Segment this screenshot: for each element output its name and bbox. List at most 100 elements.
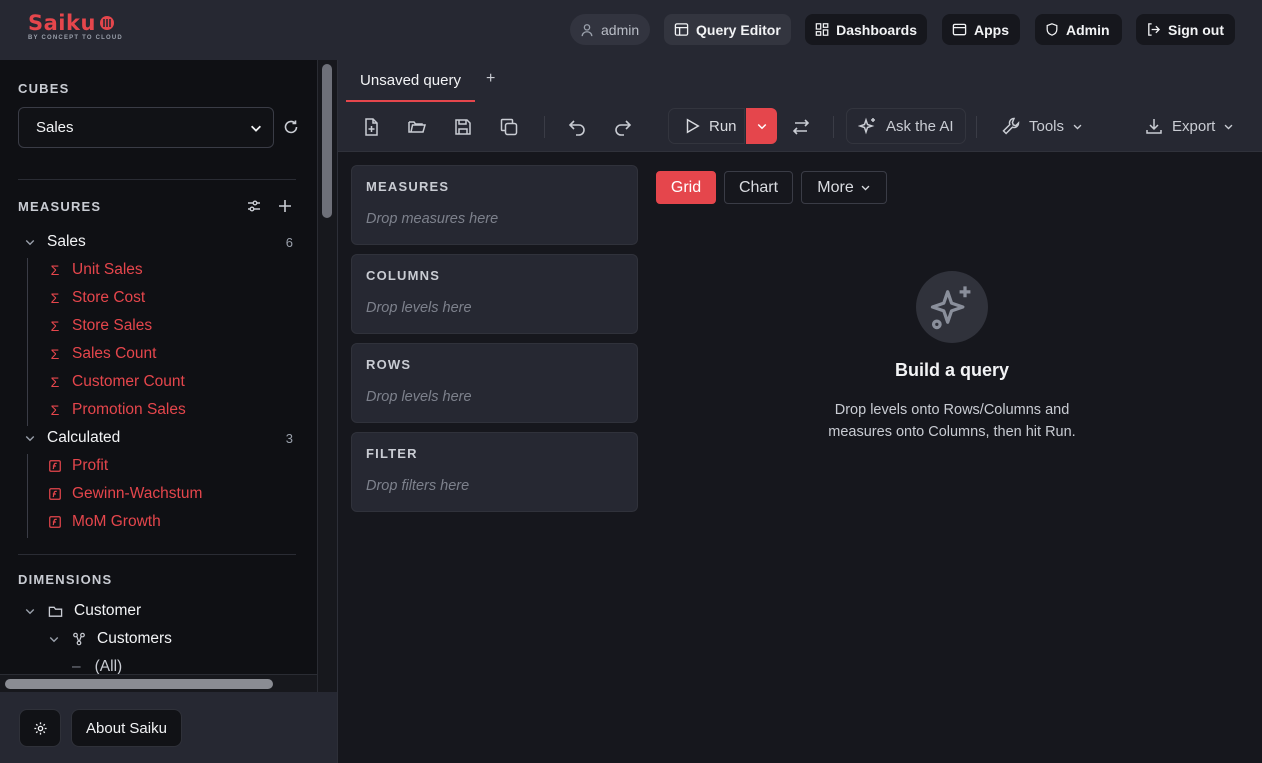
app-window-icon — [952, 23, 967, 36]
measure-item[interactable]: Σ Store Sales — [48, 314, 152, 338]
user-menu[interactable]: admin — [570, 14, 650, 45]
measure-item[interactable]: Σ Promotion Sales — [48, 398, 186, 422]
calculated-measure-item[interactable]: Profit — [48, 454, 108, 478]
about-saiku-button[interactable]: About Saiku — [71, 709, 182, 747]
logo-text: Saiku — [28, 11, 96, 35]
chevron-down-icon — [251, 125, 261, 132]
nav-sign-out[interactable]: Sign out — [1136, 14, 1235, 45]
new-query-button[interactable] — [358, 114, 384, 140]
more-views-button[interactable]: More — [801, 171, 887, 204]
formula-icon — [49, 488, 61, 500]
undo-icon — [568, 120, 585, 136]
rows-drop-zone[interactable]: ROWS Drop levels here — [351, 343, 638, 423]
chevron-down-icon — [757, 123, 766, 130]
tree-guide-line — [27, 258, 28, 426]
cube-select[interactable]: Sales — [18, 107, 274, 148]
hierarchy-customers[interactable]: Customers — [48, 627, 172, 651]
measures-section-title: MEASURES — [18, 199, 102, 214]
redo-button[interactable] — [610, 114, 636, 140]
swap-axes-button[interactable] — [788, 114, 814, 140]
chevron-down-icon — [49, 637, 59, 643]
gear-icon — [33, 721, 47, 735]
run-button[interactable]: Run — [668, 108, 745, 144]
calculated-measure-item[interactable]: Gewinn-Wachstum — [48, 482, 202, 506]
redo-icon — [615, 120, 632, 136]
download-icon — [1146, 119, 1162, 134]
save-query-button[interactable] — [450, 114, 476, 140]
refresh-cubes-button[interactable] — [283, 119, 299, 135]
run-options-button[interactable] — [746, 108, 777, 144]
tools-menu-button[interactable]: Tools — [1001, 108, 1083, 144]
logo-mark-icon — [99, 16, 114, 30]
ask-ai-button[interactable]: Ask the AI — [846, 108, 966, 144]
sigma-icon: Σ — [50, 402, 60, 418]
saiku-logo[interactable]: Saiku BY CONCEPT TO CLOUD — [28, 12, 123, 41]
sigma-icon: Σ — [50, 290, 60, 306]
measures-drop-zone[interactable]: MEASURES Drop measures here — [351, 165, 638, 245]
sidebar-horizontal-scrollbar[interactable] — [0, 674, 317, 692]
measure-group-label: Calculated — [47, 429, 121, 446]
nav-query-editor[interactable]: Query Editor — [664, 14, 791, 45]
empty-state-description: Drop levels onto Rows/Columns and measur… — [828, 402, 1076, 440]
measure-item[interactable]: Σ Store Cost — [48, 286, 146, 310]
hierarchy-icon — [73, 632, 85, 646]
plus-icon — [279, 200, 291, 212]
sigma-icon: Σ — [50, 346, 60, 362]
tree-guide-line — [27, 454, 28, 538]
columns-drop-zone[interactable]: COLUMNS Drop levels here — [351, 254, 638, 334]
formula-icon — [49, 460, 61, 472]
measure-item[interactable]: Σ Sales Count — [48, 342, 157, 366]
add-tab-button[interactable]: + — [486, 70, 495, 88]
measure-group-label: Sales — [47, 233, 86, 250]
grid-view-button[interactable]: Grid — [656, 171, 716, 204]
settings-button[interactable] — [19, 709, 61, 747]
tab-unsaved-query[interactable]: Unsaved query — [346, 60, 475, 102]
sigma-icon: Σ — [50, 262, 60, 278]
scrollbar-thumb[interactable] — [322, 64, 332, 218]
copy-icon — [500, 118, 518, 136]
toolbar-separator — [976, 116, 977, 138]
measure-group-count: 6 — [285, 234, 293, 250]
dimension-customer[interactable]: Customer — [24, 599, 141, 623]
sidebar-vertical-scrollbar[interactable] — [317, 60, 337, 692]
measure-item[interactable]: Σ Unit Sales — [48, 258, 143, 282]
toolbar-separator — [833, 116, 834, 138]
undo-button[interactable] — [564, 114, 590, 140]
section-divider — [18, 554, 296, 555]
shield-icon — [1046, 23, 1058, 36]
measure-filter-button[interactable] — [246, 198, 262, 214]
section-divider — [18, 179, 296, 180]
swap-icon — [792, 119, 810, 135]
nav-apps[interactable]: Apps — [942, 14, 1020, 45]
sign-out-icon — [1148, 23, 1161, 36]
scrollbar-thumb[interactable] — [5, 679, 273, 689]
duplicate-query-button[interactable] — [496, 114, 522, 140]
chevron-down-icon — [1224, 124, 1233, 130]
formula-icon — [49, 516, 61, 528]
cubes-section-title: CUBES — [18, 81, 70, 96]
sigma-icon: Σ — [50, 374, 60, 390]
sparkles-icon — [858, 117, 875, 135]
wrench-icon — [1002, 117, 1020, 135]
chevron-down-icon — [25, 436, 35, 442]
add-measure-button[interactable] — [277, 198, 293, 214]
empty-state-sparkles-icon — [916, 271, 988, 343]
export-menu-button[interactable]: Export — [1144, 108, 1234, 144]
filter-drop-zone[interactable]: FILTER Drop filters here — [351, 432, 638, 512]
chevron-down-icon — [1073, 124, 1082, 130]
measure-group-sales[interactable]: Sales 6 — [24, 230, 293, 254]
measure-group-calculated[interactable]: Calculated 3 — [24, 426, 293, 450]
measure-item[interactable]: Σ Customer Count — [48, 370, 185, 394]
query-toolbar: Run Ask the AI Tools Export — [338, 102, 1262, 152]
save-icon — [455, 119, 471, 135]
nav-dashboards[interactable]: Dashboards — [805, 14, 927, 45]
query-tabs: Unsaved query + — [338, 60, 1262, 102]
empty-state-title: Build a query — [894, 360, 1010, 380]
chevron-down-icon — [25, 609, 35, 615]
nav-admin[interactable]: Admin — [1035, 14, 1122, 45]
calculated-measure-item[interactable]: MoM Growth — [48, 510, 161, 534]
folder-icon — [48, 606, 63, 617]
open-query-button[interactable] — [404, 114, 430, 140]
play-icon — [686, 118, 700, 134]
chart-view-button[interactable]: Chart — [724, 171, 793, 204]
